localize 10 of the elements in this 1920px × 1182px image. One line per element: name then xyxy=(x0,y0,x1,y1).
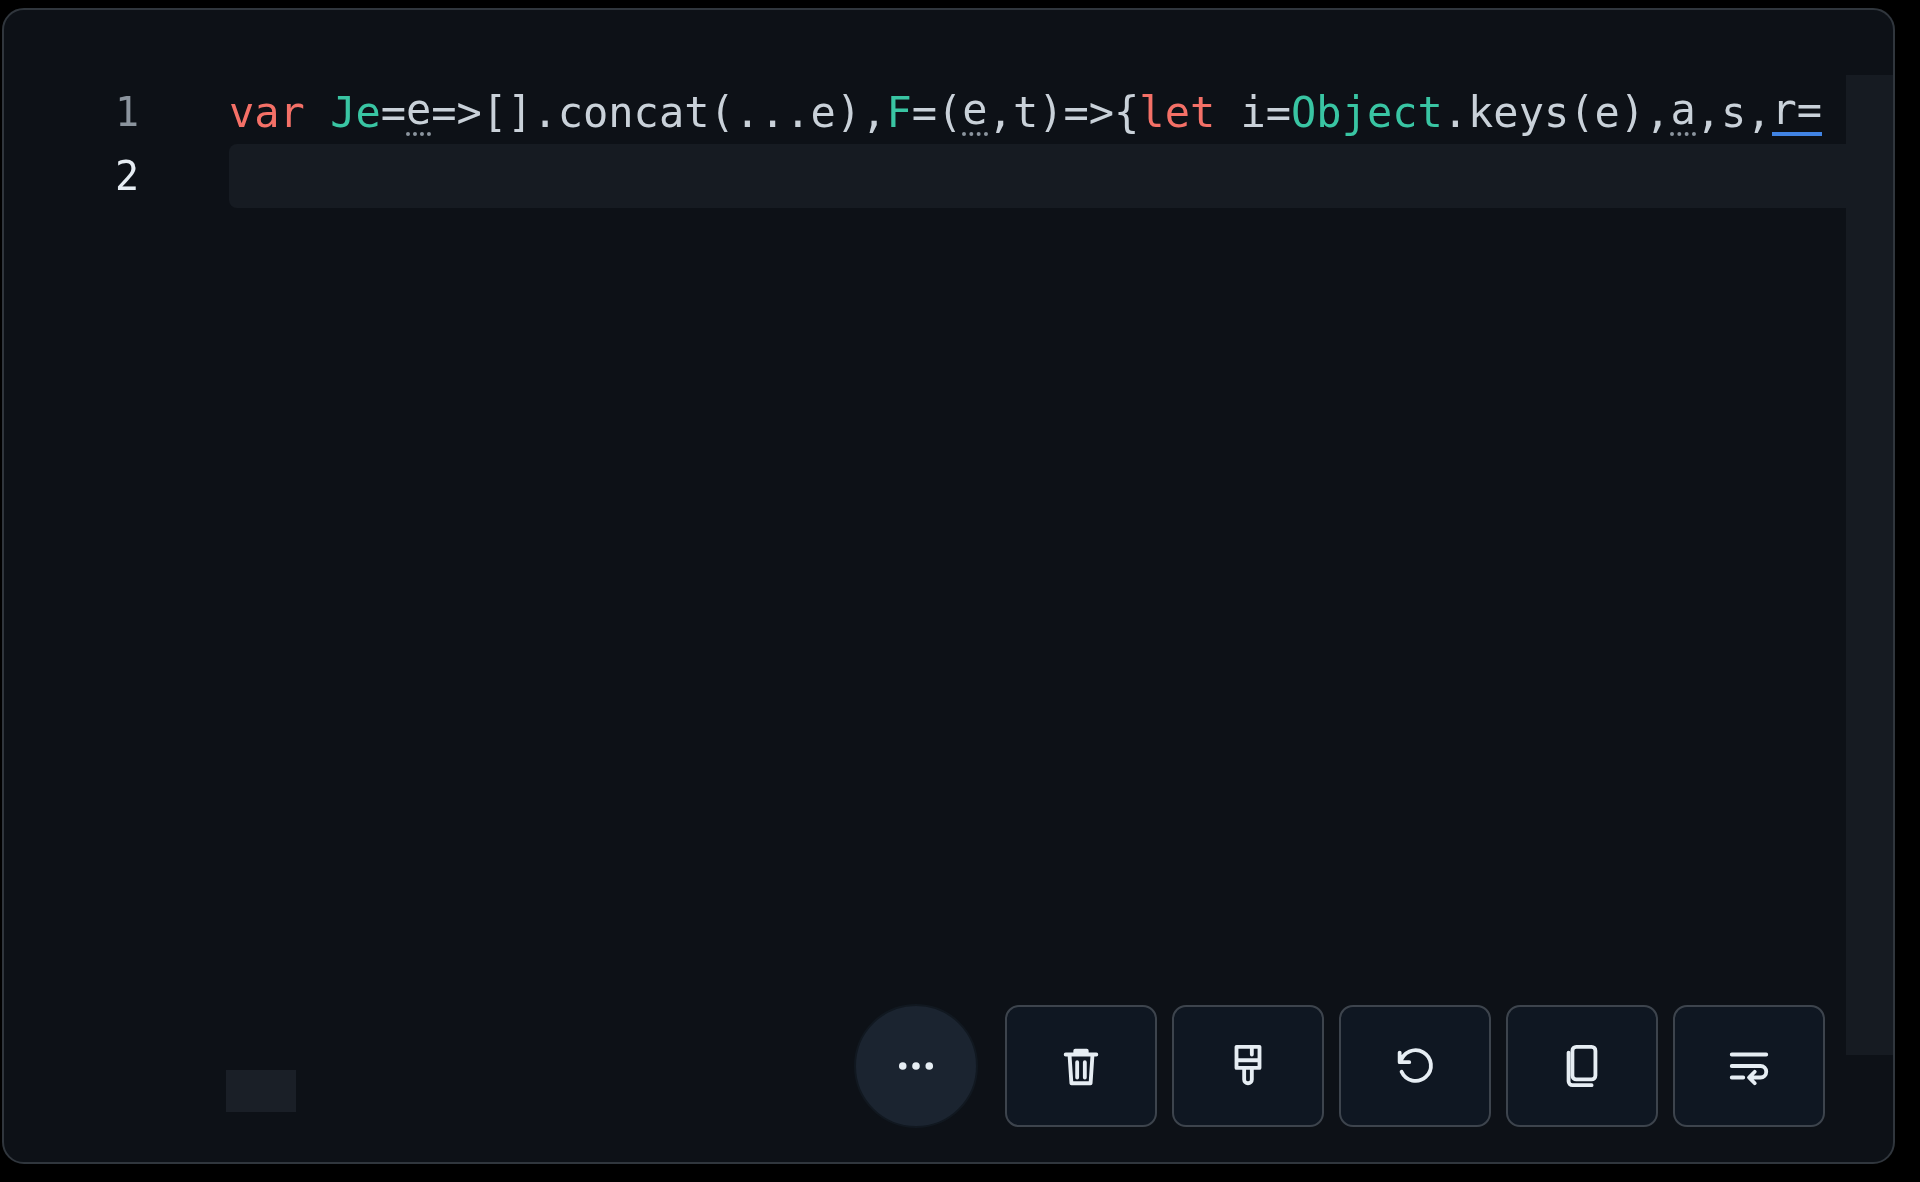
line-number: 2 xyxy=(113,152,139,201)
scrollbar-track[interactable] xyxy=(1846,75,1893,1055)
reset-button[interactable] xyxy=(1339,1005,1491,1127)
wrap-button[interactable] xyxy=(1673,1005,1825,1127)
line-number: 1 xyxy=(113,88,139,137)
delete-button[interactable] xyxy=(1005,1005,1157,1127)
format-button[interactable] xyxy=(1172,1005,1324,1127)
copy-button[interactable] xyxy=(1506,1005,1658,1127)
code-line: var Je=e=>[].concat(...e),F=(e,t)=>{let i=Object.keys(e),a,s,r= xyxy=(229,83,1824,139)
more-options-icon xyxy=(898,1061,934,1071)
